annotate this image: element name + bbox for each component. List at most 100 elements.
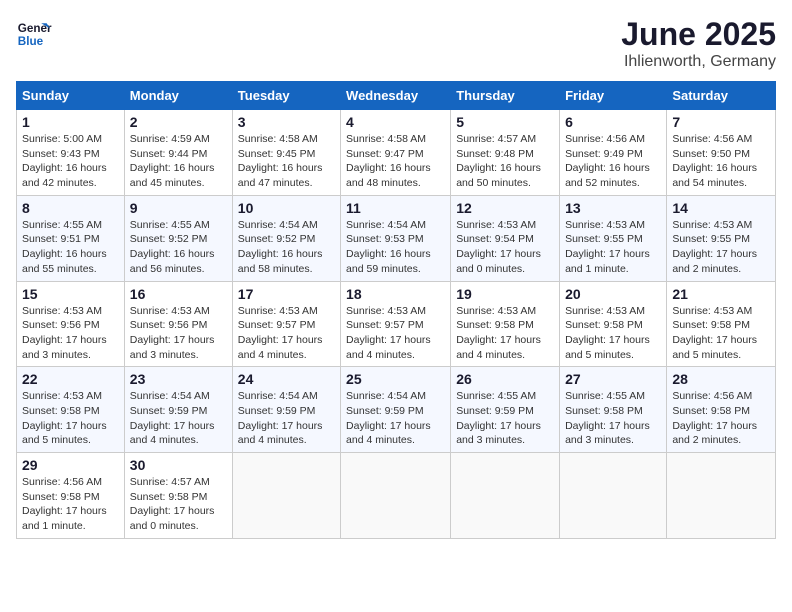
day-info: Sunrise: 5:00 AM Sunset: 9:43 PM Dayligh… xyxy=(22,132,119,191)
day-number: 15 xyxy=(22,286,119,302)
day-number: 10 xyxy=(238,200,335,216)
weekday-header-wednesday: Wednesday xyxy=(341,82,451,110)
day-info: Sunrise: 4:57 AM Sunset: 9:48 PM Dayligh… xyxy=(456,132,554,191)
calendar-cell: 21 Sunrise: 4:53 AM Sunset: 9:58 PM Dayli… xyxy=(667,281,776,367)
day-info: Sunrise: 4:56 AM Sunset: 9:58 PM Dayligh… xyxy=(672,389,770,448)
calendar-cell: 14 Sunrise: 4:53 AM Sunset: 9:55 PM Dayli… xyxy=(667,195,776,281)
weekday-header-friday: Friday xyxy=(560,82,667,110)
day-info: Sunrise: 4:56 AM Sunset: 9:49 PM Dayligh… xyxy=(565,132,661,191)
calendar-cell: 30 Sunrise: 4:57 AM Sunset: 9:58 PM Dayli… xyxy=(124,453,232,539)
day-info: Sunrise: 4:53 AM Sunset: 9:55 PM Dayligh… xyxy=(672,218,770,277)
logo-icon: General Blue xyxy=(16,16,52,52)
calendar-cell: 4Sunrise: 4:58 AM Sunset: 9:47 PM Daylig… xyxy=(341,110,451,196)
header: General Blue June 2025 Ihlienworth, Germ… xyxy=(16,16,776,71)
day-info: Sunrise: 4:55 AM Sunset: 9:59 PM Dayligh… xyxy=(456,389,554,448)
day-number: 16 xyxy=(130,286,227,302)
calendar-cell: 17 Sunrise: 4:53 AM Sunset: 9:57 PM Dayli… xyxy=(232,281,340,367)
calendar-cell: 6 Sunrise: 4:56 AM Sunset: 9:49 PM Daylig… xyxy=(560,110,667,196)
calendar-week-row: 15 Sunrise: 4:53 AM Sunset: 9:56 PM Dayli… xyxy=(17,281,776,367)
day-number: 13 xyxy=(565,200,661,216)
calendar-cell: 27 Sunrise: 4:55 AM Sunset: 9:58 PM Dayli… xyxy=(560,367,667,453)
calendar-cell: 28 Sunrise: 4:56 AM Sunset: 9:58 PM Dayli… xyxy=(667,367,776,453)
calendar-cell: 12 Sunrise: 4:53 AM Sunset: 9:54 PM Dayli… xyxy=(451,195,560,281)
calendar-cell: 20Sunrise: 4:53 AM Sunset: 9:58 PM Dayli… xyxy=(560,281,667,367)
calendar-cell: 7 Sunrise: 4:56 AM Sunset: 9:50 PM Daylig… xyxy=(667,110,776,196)
day-number: 22 xyxy=(22,371,119,387)
day-number: 7 xyxy=(672,114,770,130)
location-title: Ihlienworth, Germany xyxy=(621,53,776,71)
calendar-cell: 8Sunrise: 4:55 AM Sunset: 9:51 PM Daylig… xyxy=(17,195,125,281)
calendar-week-row: 1 Sunrise: 5:00 AM Sunset: 9:43 PM Daylig… xyxy=(17,110,776,196)
day-info: Sunrise: 4:54 AM Sunset: 9:59 PM Dayligh… xyxy=(238,389,335,448)
calendar-cell: 26 Sunrise: 4:55 AM Sunset: 9:59 PM Dayli… xyxy=(451,367,560,453)
day-info: Sunrise: 4:58 AM Sunset: 9:45 PM Dayligh… xyxy=(238,132,335,191)
calendar-cell xyxy=(341,453,451,539)
day-number: 29 xyxy=(22,457,119,473)
day-info: Sunrise: 4:54 AM Sunset: 9:59 PM Dayligh… xyxy=(346,389,445,448)
day-number: 19 xyxy=(456,286,554,302)
calendar-cell: 19 Sunrise: 4:53 AM Sunset: 9:58 PM Dayli… xyxy=(451,281,560,367)
calendar-cell: 16 Sunrise: 4:53 AM Sunset: 9:56 PM Dayli… xyxy=(124,281,232,367)
weekday-header-row: SundayMondayTuesdayWednesdayThursdayFrid… xyxy=(17,82,776,110)
day-number: 6 xyxy=(565,114,661,130)
day-number: 26 xyxy=(456,371,554,387)
day-info: Sunrise: 4:53 AM Sunset: 9:56 PM Dayligh… xyxy=(22,304,119,363)
calendar-cell xyxy=(667,453,776,539)
day-info: Sunrise: 4:57 AM Sunset: 9:58 PM Dayligh… xyxy=(130,475,227,534)
day-number: 5 xyxy=(456,114,554,130)
day-number: 12 xyxy=(456,200,554,216)
day-number: 21 xyxy=(672,286,770,302)
calendar-cell: 15 Sunrise: 4:53 AM Sunset: 9:56 PM Dayli… xyxy=(17,281,125,367)
calendar-table: SundayMondayTuesdayWednesdayThursdayFrid… xyxy=(16,81,776,539)
day-number: 17 xyxy=(238,286,335,302)
day-info: Sunrise: 4:55 AM Sunset: 9:58 PM Dayligh… xyxy=(565,389,661,448)
calendar-cell: 5 Sunrise: 4:57 AM Sunset: 9:48 PM Daylig… xyxy=(451,110,560,196)
day-info: Sunrise: 4:54 AM Sunset: 9:53 PM Dayligh… xyxy=(346,218,445,277)
day-number: 18 xyxy=(346,286,445,302)
day-info: Sunrise: 4:54 AM Sunset: 9:59 PM Dayligh… xyxy=(130,389,227,448)
day-number: 24 xyxy=(238,371,335,387)
weekday-header-tuesday: Tuesday xyxy=(232,82,340,110)
calendar-cell: 1 Sunrise: 5:00 AM Sunset: 9:43 PM Daylig… xyxy=(17,110,125,196)
calendar-cell: 11 Sunrise: 4:54 AM Sunset: 9:53 PM Dayli… xyxy=(341,195,451,281)
calendar-cell: 13 Sunrise: 4:53 AM Sunset: 9:55 PM Dayli… xyxy=(560,195,667,281)
day-info: Sunrise: 4:58 AM Sunset: 9:47 PM Dayligh… xyxy=(346,132,445,191)
day-number: 14 xyxy=(672,200,770,216)
day-number: 3 xyxy=(238,114,335,130)
calendar-cell xyxy=(560,453,667,539)
day-info: Sunrise: 4:56 AM Sunset: 9:50 PM Dayligh… xyxy=(672,132,770,191)
day-info: Sunrise: 4:53 AM Sunset: 9:58 PM Dayligh… xyxy=(22,389,119,448)
weekday-header-sunday: Sunday xyxy=(17,82,125,110)
day-info: Sunrise: 4:53 AM Sunset: 9:57 PM Dayligh… xyxy=(238,304,335,363)
day-info: Sunrise: 4:56 AM Sunset: 9:58 PM Dayligh… xyxy=(22,475,119,534)
day-info: Sunrise: 4:53 AM Sunset: 9:58 PM Dayligh… xyxy=(456,304,554,363)
day-number: 8 xyxy=(22,200,119,216)
day-info: Sunrise: 4:59 AM Sunset: 9:44 PM Dayligh… xyxy=(130,132,227,191)
calendar-cell: 18Sunrise: 4:53 AM Sunset: 9:57 PM Dayli… xyxy=(341,281,451,367)
calendar-cell: 23 Sunrise: 4:54 AM Sunset: 9:59 PM Dayli… xyxy=(124,367,232,453)
day-number: 23 xyxy=(130,371,227,387)
day-number: 2 xyxy=(130,114,227,130)
weekday-header-saturday: Saturday xyxy=(667,82,776,110)
month-title: June 2025 xyxy=(621,16,776,53)
day-number: 11 xyxy=(346,200,445,216)
calendar-cell xyxy=(232,453,340,539)
calendar-cell: 3 Sunrise: 4:58 AM Sunset: 9:45 PM Daylig… xyxy=(232,110,340,196)
day-number: 27 xyxy=(565,371,661,387)
day-info: Sunrise: 4:53 AM Sunset: 9:58 PM Dayligh… xyxy=(672,304,770,363)
day-number: 28 xyxy=(672,371,770,387)
title-area: June 2025 Ihlienworth, Germany xyxy=(621,16,776,71)
weekday-header-thursday: Thursday xyxy=(451,82,560,110)
calendar-week-row: 8Sunrise: 4:55 AM Sunset: 9:51 PM Daylig… xyxy=(17,195,776,281)
calendar-cell: 2 Sunrise: 4:59 AM Sunset: 9:44 PM Daylig… xyxy=(124,110,232,196)
day-info: Sunrise: 4:53 AM Sunset: 9:54 PM Dayligh… xyxy=(456,218,554,277)
calendar-week-row: 29 Sunrise: 4:56 AM Sunset: 9:58 PM Dayli… xyxy=(17,453,776,539)
logo: General Blue xyxy=(16,16,52,52)
svg-text:Blue: Blue xyxy=(18,35,44,48)
day-number: 1 xyxy=(22,114,119,130)
day-info: Sunrise: 4:53 AM Sunset: 9:55 PM Dayligh… xyxy=(565,218,661,277)
day-info: Sunrise: 4:53 AM Sunset: 9:56 PM Dayligh… xyxy=(130,304,227,363)
calendar-cell: 24 Sunrise: 4:54 AM Sunset: 9:59 PM Dayli… xyxy=(232,367,340,453)
day-info: Sunrise: 4:55 AM Sunset: 9:52 PM Dayligh… xyxy=(130,218,227,277)
day-number: 30 xyxy=(130,457,227,473)
